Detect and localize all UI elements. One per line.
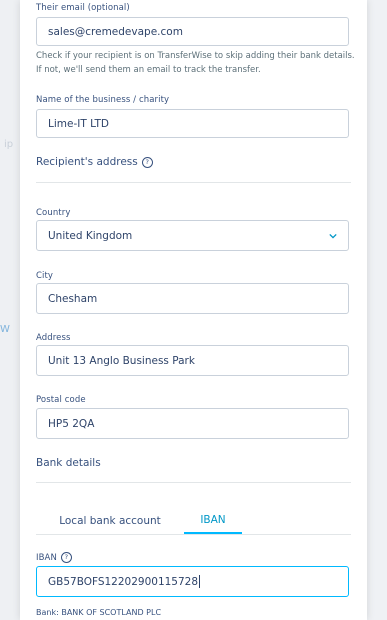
postal-code-label: Postal code [36, 395, 86, 405]
section-divider [36, 182, 351, 183]
background-link-fragment: W [0, 324, 10, 335]
city-label: City [36, 271, 54, 281]
business-name-label: Name of the business / charity [36, 95, 170, 105]
country-label: Country [36, 208, 71, 218]
recipient-form-panel: Their email (optional) sales@cremedevape… [20, 0, 367, 620]
iban-field[interactable]: GB57BOFS12202900115728 [36, 566, 349, 597]
address-value: Unit 13 Anglo Business Park [48, 354, 195, 367]
iban-value: GB57BOFS12202900115728 [48, 575, 199, 588]
email-field[interactable]: sales@cremedevape.com [36, 17, 349, 46]
bank-details-heading: Bank details [36, 457, 101, 469]
bank-account-tabs: Local bank account IBAN [36, 508, 351, 535]
address-field[interactable]: Unit 13 Anglo Business Park [36, 345, 349, 376]
scroll-strip [367, 0, 387, 620]
address-label: Address [36, 333, 71, 343]
business-name-field[interactable]: Lime-IT LTD [36, 109, 349, 138]
iban-label-row: IBAN ? [36, 552, 72, 563]
text-caret [199, 575, 201, 588]
tab-label: Local bank account [59, 515, 161, 527]
recipient-address-title: Recipient's address [36, 156, 138, 168]
iban-label: IBAN [36, 552, 57, 563]
email-help-text: Check if your recipient is on TransferWi… [36, 51, 355, 75]
email-value: sales@cremedevape.com [48, 25, 183, 38]
info-icon[interactable]: ? [60, 552, 72, 563]
bank-details-title: Bank details [36, 457, 101, 469]
background-fragment: ip [4, 139, 14, 150]
tab-iban[interactable]: IBAN [184, 508, 242, 534]
country-select[interactable]: United Kingdom [36, 220, 349, 251]
chevron-down-icon [329, 233, 337, 239]
postal-code-value: HP5 2QA [48, 417, 95, 430]
postal-code-field[interactable]: HP5 2QA [36, 408, 349, 439]
info-icon[interactable]: ? [141, 156, 153, 168]
bank-name-text: Bank: BANK OF SCOTLAND PLC [36, 608, 162, 617]
business-name-value: Lime-IT LTD [48, 117, 109, 130]
tab-local-bank-account[interactable]: Local bank account [36, 508, 184, 534]
tab-label: IBAN [200, 514, 226, 526]
city-value: Chesham [48, 292, 98, 305]
recipient-address-heading: Recipient's address ? [36, 156, 153, 168]
city-field[interactable]: Chesham [36, 283, 349, 314]
country-value: United Kingdom [48, 229, 133, 242]
email-label: Their email (optional) [36, 3, 130, 13]
section-divider [36, 482, 351, 483]
